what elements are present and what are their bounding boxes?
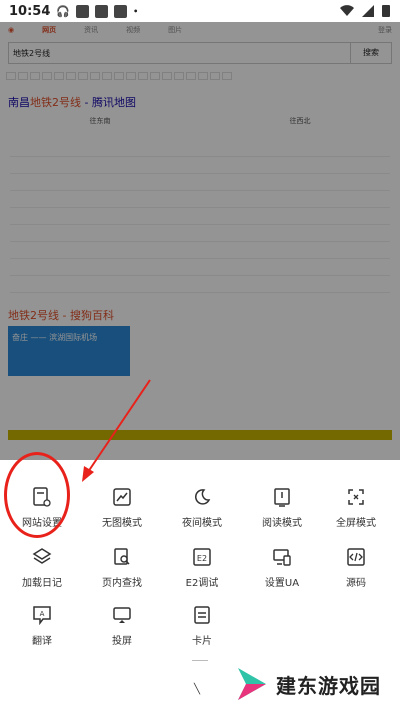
fullscreen-icon — [345, 486, 367, 508]
night-mode-button[interactable]: 夜间模式 — [162, 486, 242, 529]
reading-mode-button[interactable]: 阅读模式 — [242, 486, 322, 529]
item-label: 加载日记 — [22, 578, 62, 589]
set-ua-button[interactable]: 设置UA — [242, 546, 322, 589]
devices-icon — [271, 546, 293, 568]
e2-debug-button[interactable]: E2 E2调试 — [162, 546, 242, 589]
collapse-icon[interactable]: ╲ — [194, 684, 200, 695]
signal-icon — [362, 4, 374, 17]
notification-icon — [95, 4, 109, 18]
item-label: 设置UA — [264, 578, 300, 589]
item-label: 投屏 — [112, 636, 132, 647]
watermark-text: 建东游戏园 — [276, 673, 381, 698]
translate-button[interactable]: A 翻译 — [2, 604, 82, 647]
notification-icon — [114, 4, 128, 18]
source-code-button[interactable]: 源码 — [316, 546, 396, 589]
item-label: 全屏模式 — [336, 518, 376, 529]
e2-icon: E2 — [191, 546, 213, 568]
dim-overlay[interactable] — [0, 22, 400, 460]
item-label: 夜间模式 — [182, 518, 222, 529]
item-label: 无图模式 — [102, 518, 142, 529]
dot-icon: • — [133, 6, 139, 16]
fullscreen-button[interactable]: 全屏模式 — [316, 486, 396, 529]
battery-icon — [382, 5, 390, 17]
wifi-icon — [340, 4, 354, 16]
cast-icon — [111, 604, 133, 626]
find-in-page-button[interactable]: 页内查找 — [82, 546, 162, 589]
notification-icon — [76, 4, 90, 18]
item-label: 源码 — [346, 578, 366, 589]
card-button[interactable]: 卡片 — [162, 604, 242, 647]
item-label: 页内查找 — [102, 578, 142, 589]
load-log-button[interactable]: 加载日记 — [2, 546, 82, 589]
translate-icon: A — [31, 604, 53, 626]
status-icons — [340, 4, 390, 17]
item-label: E2调试 — [185, 578, 219, 589]
item-label: 阅读模式 — [262, 518, 302, 529]
headphones-icon: 🎧 — [56, 4, 71, 18]
find-icon — [111, 546, 133, 568]
logo-icon — [238, 668, 266, 700]
no-image-icon — [111, 486, 133, 508]
item-label: 翻译 — [32, 636, 52, 647]
status-bar: 10:54 🎧 • — [0, 0, 400, 22]
layers-icon — [31, 546, 53, 568]
moon-icon — [191, 486, 213, 508]
status-time: 10:54 — [9, 3, 51, 19]
card-icon — [191, 604, 213, 626]
highlight-circle — [4, 452, 70, 538]
sheet-handle[interactable] — [192, 660, 208, 661]
cast-button[interactable]: 投屏 — [82, 604, 162, 647]
svg-text:E2: E2 — [197, 554, 207, 563]
no-image-button[interactable]: 无图模式 — [82, 486, 162, 529]
svg-text:A: A — [40, 610, 45, 618]
item-label: 卡片 — [192, 636, 212, 647]
watermark-logo: 建东游戏园 — [236, 664, 381, 704]
book-icon — [271, 486, 293, 508]
code-icon — [345, 546, 367, 568]
